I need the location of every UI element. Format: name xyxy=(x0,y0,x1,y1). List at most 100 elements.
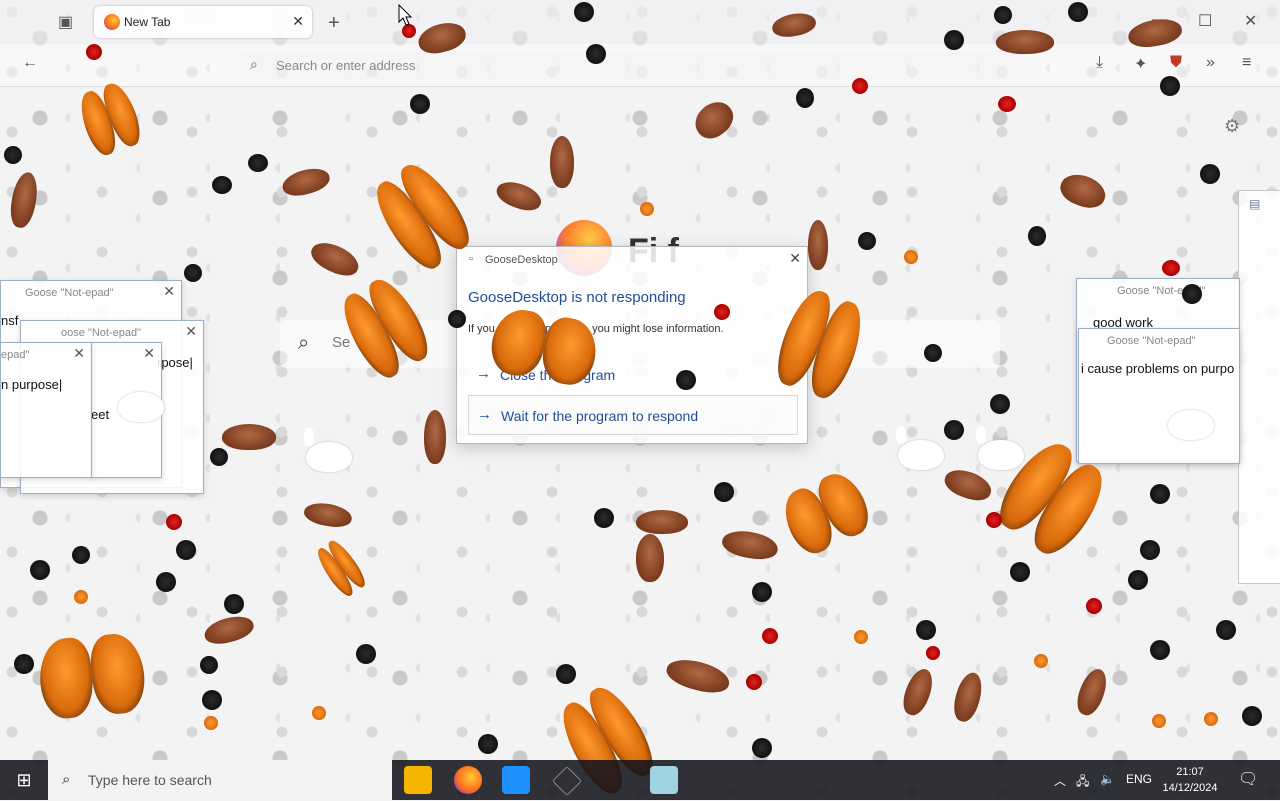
notepad-title: Goose "Not-epad" xyxy=(1107,335,1196,347)
notepad-taskbar-icon[interactable] xyxy=(650,766,678,794)
clock[interactable]: 21:07 14/12/2024 xyxy=(1160,764,1220,796)
unity-taskbar-icon[interactable] xyxy=(552,766,582,796)
fly xyxy=(1150,484,1170,504)
tab-overview-icon[interactable]: ▣ xyxy=(58,12,73,32)
ladybug xyxy=(852,78,868,94)
notifications-icon[interactable]: 🗨 xyxy=(1238,769,1258,789)
dialog-caption-text: GooseDesktop xyxy=(485,254,558,266)
taskbar-search[interactable]: ⌕ Type here to search xyxy=(48,760,392,800)
ladybug xyxy=(402,24,416,38)
fly xyxy=(714,482,734,502)
volume-icon[interactable]: 🔈 xyxy=(1100,772,1115,786)
fly xyxy=(924,344,942,362)
start-button[interactable]: ⊞ xyxy=(0,760,48,800)
goose xyxy=(896,426,944,470)
close-icon[interactable]: ✕ xyxy=(143,345,155,362)
new-tab-icon[interactable]: + xyxy=(328,12,340,35)
extensions-icon[interactable]: ✦ xyxy=(1134,54,1147,74)
clock-time: 21:07 xyxy=(1176,766,1204,778)
tab-new-tab[interactable]: New Tab ✕ xyxy=(94,6,312,38)
notepad-text: n purpose| xyxy=(1,377,63,392)
fly xyxy=(1242,706,1262,726)
fly xyxy=(248,154,268,172)
dialog-close-icon[interactable]: ✕ xyxy=(789,250,801,267)
wait-program-button[interactable]: → Wait for the program to respond xyxy=(468,395,798,435)
ladybug xyxy=(1204,712,1218,726)
tab-close-icon[interactable]: ✕ xyxy=(292,13,304,30)
fly xyxy=(1200,164,1220,184)
close-icon[interactable]: ✕ xyxy=(163,283,175,300)
close-icon[interactable]: ✕ xyxy=(73,345,85,362)
notepad-window[interactable]: Goose "Not-epad" i cause problems on pur… xyxy=(1078,328,1240,464)
fly xyxy=(916,620,936,640)
newtab-settings-gear-icon[interactable]: ⚙ xyxy=(1224,116,1240,137)
fly xyxy=(944,420,964,440)
fly xyxy=(72,546,90,564)
ladybug xyxy=(998,96,1016,112)
back-icon[interactable]: ← xyxy=(22,54,38,72)
notepad-text: eet xyxy=(91,407,110,422)
fly xyxy=(14,654,34,674)
language-indicator[interactable]: ENG xyxy=(1126,772,1152,786)
close-icon[interactable]: ✕ xyxy=(185,323,197,340)
fly xyxy=(676,370,696,390)
show-hidden-icons-icon[interactable]: ︿ xyxy=(1054,772,1066,789)
overflow-icon[interactable]: » xyxy=(1206,54,1215,72)
cockroach xyxy=(636,534,664,582)
address-bar[interactable]: ⌕ Search or enter address xyxy=(240,50,1040,80)
ublock-icon[interactable]: ⛊ xyxy=(1170,54,1182,72)
mouse-cursor xyxy=(398,4,412,26)
goose xyxy=(304,428,352,472)
fly xyxy=(1140,540,1160,560)
ladybug xyxy=(1086,598,1102,614)
fly xyxy=(1128,570,1148,590)
newtab-search-placeholder: Se xyxy=(332,334,351,351)
fly xyxy=(1182,284,1202,304)
firefox-taskbar-icon[interactable] xyxy=(454,766,482,794)
fly xyxy=(796,88,814,108)
side-window-edge: ▤ xyxy=(1238,190,1280,584)
search-icon: ⌕ xyxy=(62,771,71,788)
fly xyxy=(202,690,222,710)
ladybug xyxy=(640,202,654,216)
fly xyxy=(752,582,772,602)
app-taskbar-icon[interactable] xyxy=(502,766,530,794)
network-icon[interactable]: 🖧 xyxy=(1076,772,1089,793)
ladybug xyxy=(204,716,218,730)
fly xyxy=(212,176,232,194)
maximize-icon[interactable]: ☐ xyxy=(1198,11,1212,31)
fly xyxy=(944,30,964,50)
close-window-icon[interactable]: ✕ xyxy=(1244,11,1257,31)
downloads-icon[interactable]: ⤓ xyxy=(1096,54,1103,72)
fly xyxy=(356,644,376,664)
fly xyxy=(858,232,876,250)
fly xyxy=(574,2,594,22)
butterfly xyxy=(37,632,148,721)
notepad-title: oose "Not-epad" xyxy=(61,327,141,339)
fly xyxy=(200,656,218,674)
tab-title: New Tab xyxy=(124,15,171,29)
file-explorer-icon[interactable] xyxy=(404,766,432,794)
fly xyxy=(448,310,466,328)
notepad-window[interactable]: epad" ✕ n purpose| xyxy=(0,342,92,478)
fly xyxy=(1068,2,1088,22)
ladybug xyxy=(1162,260,1180,276)
notepad-text: rpose| xyxy=(157,355,193,370)
ladybug xyxy=(926,646,940,660)
search-icon: ⌕ xyxy=(298,332,310,354)
firefox-icon xyxy=(104,14,120,30)
fly xyxy=(556,664,576,684)
notepad-text: nsf xyxy=(1,313,19,328)
notepad-title: Goose "Not-epad" xyxy=(25,287,114,299)
fly xyxy=(594,508,614,528)
ladybug xyxy=(86,44,102,60)
fly xyxy=(410,94,430,114)
menu-icon[interactable]: ≡ xyxy=(1242,54,1251,72)
fly xyxy=(224,594,244,614)
clock-date: 14/12/2024 xyxy=(1162,782,1218,794)
browser-nav-bar: ← ⌕ Search or enter address ⤓ ✦ ⛊ » ≡ xyxy=(0,44,1280,87)
fly xyxy=(586,44,606,64)
dialog-caption: ▫ GooseDesktop xyxy=(469,253,558,266)
fly xyxy=(210,448,228,466)
fly xyxy=(176,540,196,560)
